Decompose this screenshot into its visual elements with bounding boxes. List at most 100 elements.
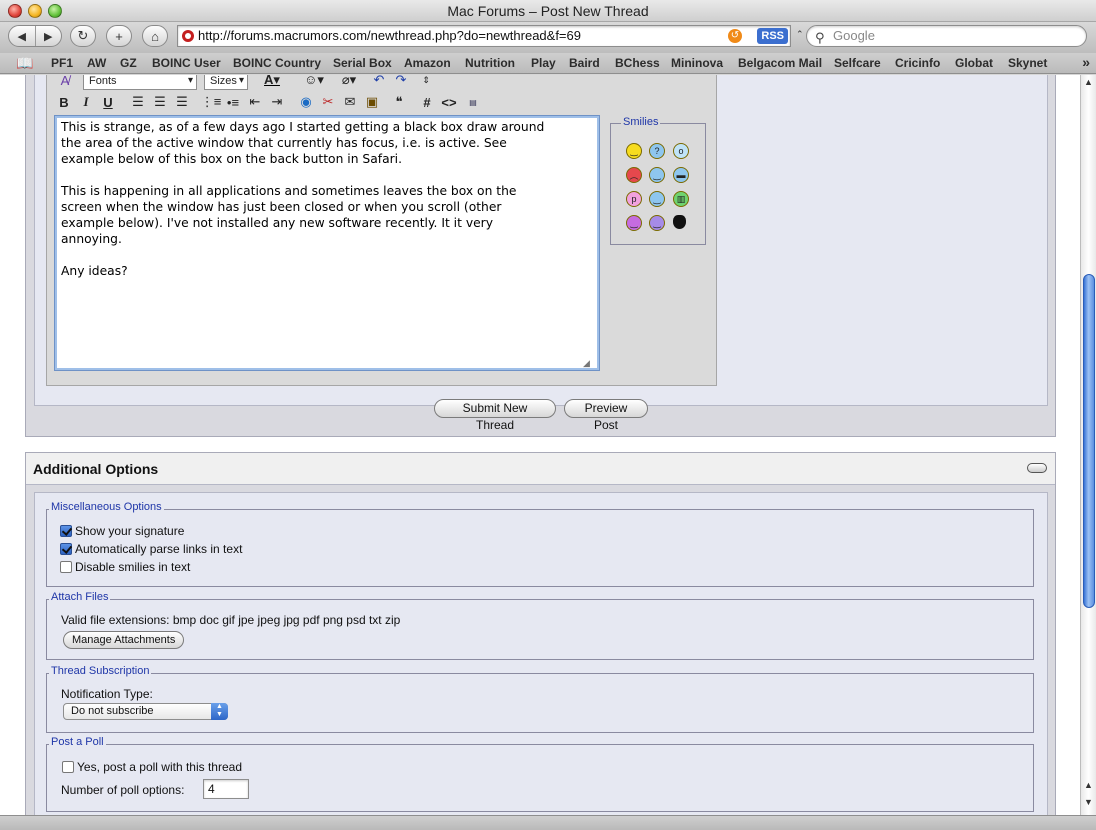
collapse-toggle-icon[interactable] bbox=[1027, 463, 1047, 473]
unordered-list-icon[interactable]: •≡ bbox=[225, 93, 241, 111]
smiley-grin-icon[interactable]: ▥ bbox=[673, 191, 689, 207]
bookmark-item[interactable]: Baird bbox=[569, 56, 600, 70]
bookmark-item[interactable]: Mininova bbox=[671, 56, 723, 70]
post-poll-checkbox[interactable] bbox=[62, 761, 74, 773]
misc-options-legend: Miscellaneous Options bbox=[49, 501, 164, 513]
parse-links-checkbox[interactable] bbox=[60, 543, 72, 555]
bookmark-item[interactable]: Selfcare bbox=[834, 56, 881, 70]
bookmark-item[interactable]: BOINC User bbox=[152, 56, 221, 70]
bold-button[interactable]: B bbox=[57, 93, 71, 111]
smiley-wink-icon[interactable]: ‿ bbox=[649, 167, 665, 183]
align-left-icon[interactable]: ☰ bbox=[130, 93, 146, 111]
indent-icon[interactable]: ⇥ bbox=[269, 93, 285, 111]
add-bookmark-button[interactable]: + bbox=[106, 25, 132, 47]
align-center-icon[interactable]: ☰ bbox=[152, 93, 168, 111]
smiley-eek-icon[interactable]: o bbox=[673, 143, 689, 159]
disable-smilies-checkbox[interactable] bbox=[60, 561, 72, 573]
valid-extensions-text: Valid file extensions: bmp doc gif jpe j… bbox=[61, 613, 401, 627]
text-color-icon[interactable]: A▾ bbox=[257, 75, 287, 89]
insert-email-icon[interactable]: ✉ bbox=[342, 93, 358, 111]
bookmark-item[interactable]: AW bbox=[87, 56, 106, 70]
attach-files-legend: Attach Files bbox=[49, 591, 111, 603]
bookmark-item[interactable]: Amazon bbox=[404, 56, 451, 70]
smiley-devil-icon[interactable]: ‿ bbox=[626, 215, 642, 231]
outdent-icon[interactable]: ⇤ bbox=[247, 93, 263, 111]
notification-type-select[interactable]: Do not subscribe ▲ ▼ bbox=[63, 703, 228, 720]
scrollbar-thumb[interactable] bbox=[1083, 274, 1095, 608]
bookmark-item[interactable]: GZ bbox=[120, 56, 137, 70]
bookmarks-bar: 📖 PF1 AW GZ BOINC User BOINC Country Ser… bbox=[0, 53, 1096, 74]
italic-button[interactable]: I bbox=[79, 93, 93, 111]
vertical-scrollbar[interactable]: ▲ ▲ ▼ bbox=[1080, 75, 1096, 815]
search-field[interactable]: ⚲ Google bbox=[806, 25, 1087, 47]
scroll-up-icon[interactable]: ▲ bbox=[1081, 780, 1096, 790]
undo-icon[interactable]: ↶ bbox=[372, 75, 386, 89]
ordered-list-icon[interactable]: ⋮≡ bbox=[201, 93, 222, 111]
smiley-tongue-icon[interactable]: p bbox=[626, 191, 642, 207]
smiley-mad-icon[interactable]: ︵ bbox=[626, 167, 642, 183]
scroll-down-icon[interactable]: ▼ bbox=[1081, 797, 1096, 807]
align-right-icon[interactable]: ☰ bbox=[174, 93, 190, 111]
bookmark-item[interactable]: Nutrition bbox=[465, 56, 515, 70]
smiley-confused-icon[interactable]: ? bbox=[649, 143, 665, 159]
home-button[interactable]: ⌂ bbox=[142, 25, 168, 47]
show-signature-option[interactable]: Show your signature bbox=[60, 523, 184, 539]
parse-links-option[interactable]: Automatically parse links in text bbox=[60, 541, 242, 557]
poll-options-input[interactable]: 4 bbox=[203, 779, 249, 799]
plus-icon: + bbox=[115, 28, 123, 44]
show-signature-checkbox[interactable] bbox=[60, 525, 72, 537]
reload-button[interactable]: ↻ bbox=[70, 25, 96, 47]
php-code-icon[interactable]: ▤ bbox=[465, 93, 481, 111]
submit-new-thread-button[interactable]: Submit New Thread bbox=[434, 399, 556, 432]
post-poll-label: Yes, post a poll with this thread bbox=[77, 760, 242, 774]
post-poll-option[interactable]: Yes, post a poll with this thread bbox=[62, 759, 242, 775]
insert-image-icon[interactable]: ▣ bbox=[364, 93, 380, 111]
scroll-up-top-icon[interactable]: ▲ bbox=[1081, 77, 1096, 87]
remove-link-icon[interactable]: ✂ bbox=[320, 93, 336, 111]
post-poll-legend: Post a Poll bbox=[49, 736, 106, 748]
smiley-rolleyes-icon[interactable]: ‿ bbox=[649, 215, 665, 231]
attachment-icon[interactable]: ⌀▾ bbox=[336, 75, 362, 89]
bookmark-item[interactable]: Belgacom Mail bbox=[738, 56, 822, 70]
disable-smilies-option[interactable]: Disable smilies in text bbox=[60, 559, 190, 575]
smiley-apple-icon[interactable] bbox=[673, 215, 686, 229]
insert-link-icon[interactable]: ◉ bbox=[298, 93, 314, 111]
code-hash-button[interactable]: # bbox=[420, 93, 434, 111]
bookmark-item[interactable]: Skynet bbox=[1008, 56, 1047, 70]
bookmark-item[interactable]: Play bbox=[531, 56, 556, 70]
html-code-button[interactable]: <> bbox=[440, 93, 458, 111]
address-field[interactable]: http://forums.macrumors.com/newthread.ph… bbox=[177, 25, 791, 47]
additional-options-body: Miscellaneous Options Show your signatur… bbox=[34, 492, 1048, 815]
bookmark-item[interactable]: Serial Box bbox=[333, 56, 392, 70]
bookmark-item[interactable]: Globat bbox=[955, 56, 993, 70]
message-editor: A̸ Fonts Sizes A▾ ☺▾ ⌀▾ ↶ ↷ ⇕ B I U ☰ ☰ bbox=[46, 75, 717, 386]
redo-icon[interactable]: ↷ bbox=[394, 75, 408, 89]
manage-attachments-button[interactable]: Manage Attachments bbox=[63, 631, 185, 649]
bookmark-item[interactable]: Cricinfo bbox=[895, 56, 940, 70]
smiley-cool-icon[interactable]: ▬ bbox=[673, 167, 689, 183]
back-arrow-icon[interactable]: ◀ bbox=[9, 26, 35, 46]
bookmarks-book-icon[interactable]: 📖 bbox=[16, 55, 33, 72]
bookmark-item[interactable]: BChess bbox=[615, 56, 660, 70]
bookmarks-overflow-icon[interactable]: » bbox=[1082, 54, 1090, 70]
textarea-resize-grip-icon[interactable]: ◢ bbox=[583, 358, 714, 384]
smiley-smile-icon[interactable]: ‿ bbox=[626, 143, 642, 159]
thread-subscription-fieldset: Thread Subscription Notification Type: D… bbox=[46, 665, 1034, 733]
underline-button[interactable]: U bbox=[101, 93, 115, 111]
snapback-icon[interactable]: ↺ bbox=[728, 29, 742, 43]
smiley-menu-icon[interactable]: ☺▾ bbox=[300, 75, 328, 89]
rss-button[interactable]: RSS bbox=[757, 28, 788, 44]
message-textarea[interactable]: This is strange, as of a few days ago I … bbox=[54, 115, 600, 371]
message-panel: A̸ Fonts Sizes A▾ ☺▾ ⌀▾ ↶ ↷ ⇕ B I U ☰ ☰ bbox=[34, 75, 1048, 406]
bookmark-item[interactable]: BOINC Country bbox=[233, 56, 321, 70]
font-select[interactable]: Fonts bbox=[83, 75, 197, 90]
forward-arrow-icon[interactable]: ▶ bbox=[34, 26, 62, 46]
home-icon: ⌂ bbox=[151, 28, 159, 44]
preview-post-button[interactable]: Preview Post bbox=[564, 399, 648, 432]
remove-format-icon[interactable]: A̸ bbox=[57, 75, 73, 89]
resize-toolbar-icon[interactable]: ⇕ bbox=[421, 75, 431, 89]
bookmark-item[interactable]: PF1 bbox=[51, 56, 73, 70]
size-select[interactable]: Sizes bbox=[204, 75, 248, 90]
insert-quote-icon[interactable]: ❝ bbox=[391, 93, 407, 111]
smiley-happy-icon[interactable]: ‿ bbox=[649, 191, 665, 207]
